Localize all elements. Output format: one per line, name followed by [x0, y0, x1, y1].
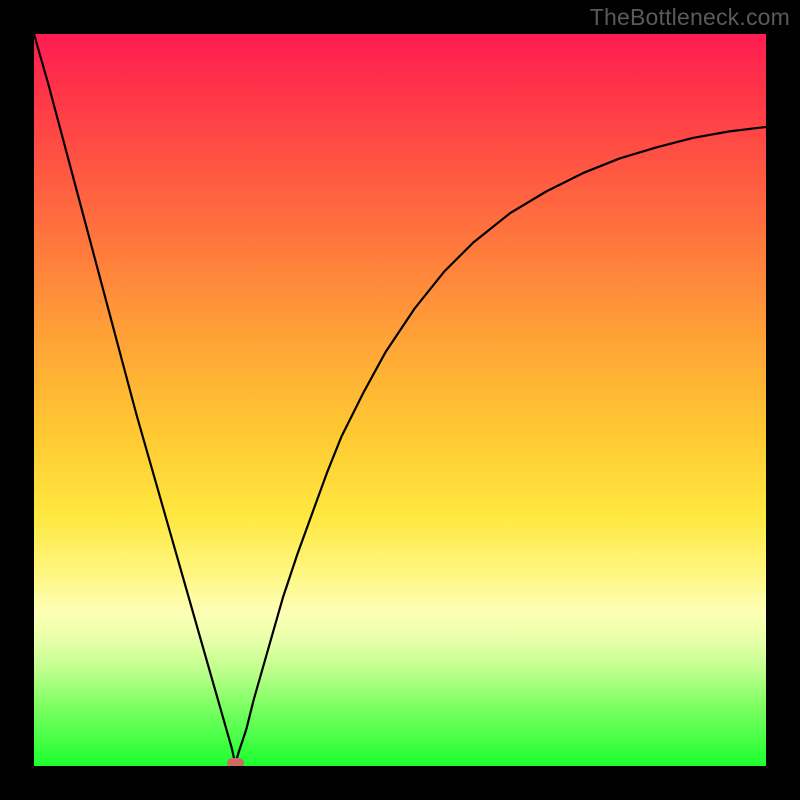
bottleneck-curve: [34, 34, 766, 766]
chart-frame: TheBottleneck.com: [0, 0, 800, 800]
minimum-marker: [227, 758, 244, 766]
watermark-text: TheBottleneck.com: [590, 4, 790, 31]
plot-area: [34, 34, 766, 766]
